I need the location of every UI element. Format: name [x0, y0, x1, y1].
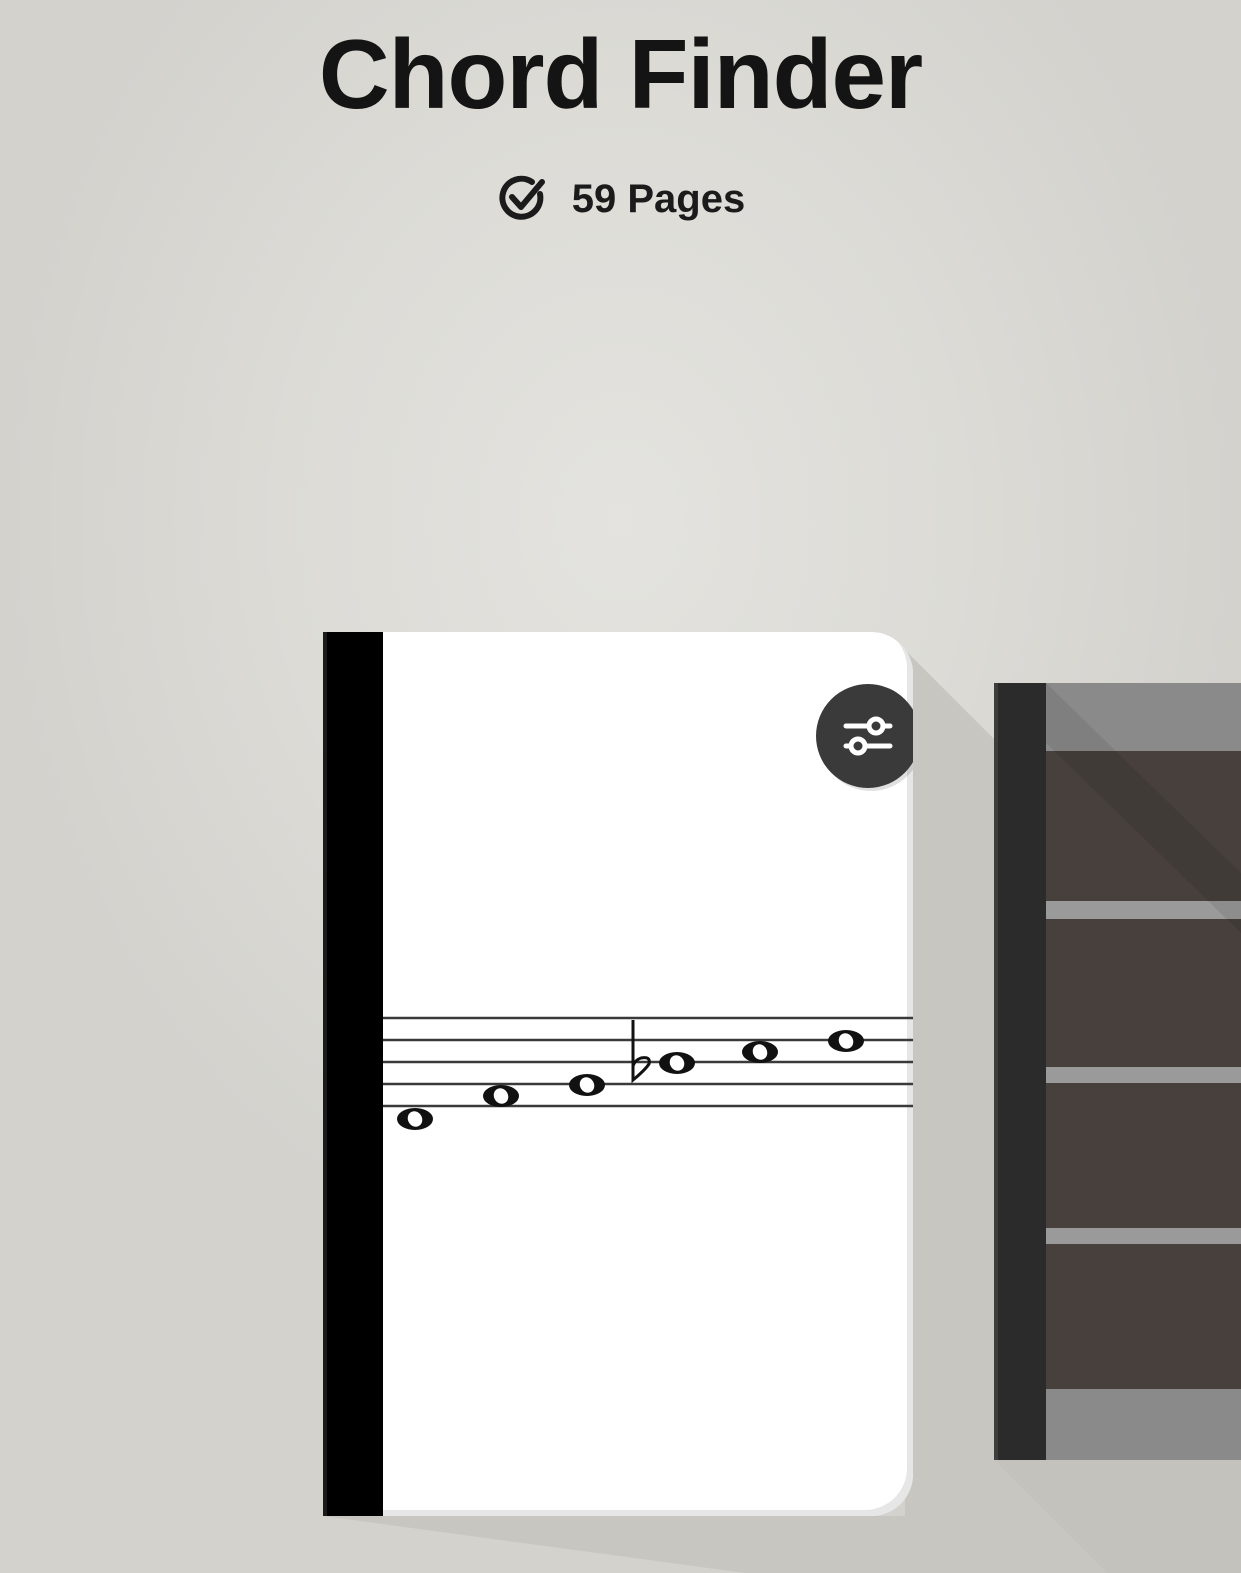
- fretboard-art: [1046, 683, 1241, 1460]
- settings-button[interactable]: [816, 684, 913, 788]
- fretboard-cover[interactable]: [1046, 683, 1241, 1460]
- flat-sign: [631, 1020, 651, 1084]
- check-circle-icon: [499, 175, 545, 220]
- notebook-cover[interactable]: [383, 632, 913, 1516]
- music-staff: [383, 1016, 913, 1130]
- notes: [397, 1020, 864, 1130]
- page-count-row: 59 Pages: [0, 172, 1241, 226]
- sliders-icon: [843, 716, 893, 756]
- next-notebook-spine: [994, 683, 1046, 1460]
- notebook-spine: [323, 632, 383, 1516]
- next-notebook-card[interactable]: [994, 683, 1241, 1460]
- page-title: Chord Finder: [318, 19, 923, 129]
- notebook-card[interactable]: [323, 632, 913, 1516]
- page-count: 59 Pages: [571, 176, 746, 221]
